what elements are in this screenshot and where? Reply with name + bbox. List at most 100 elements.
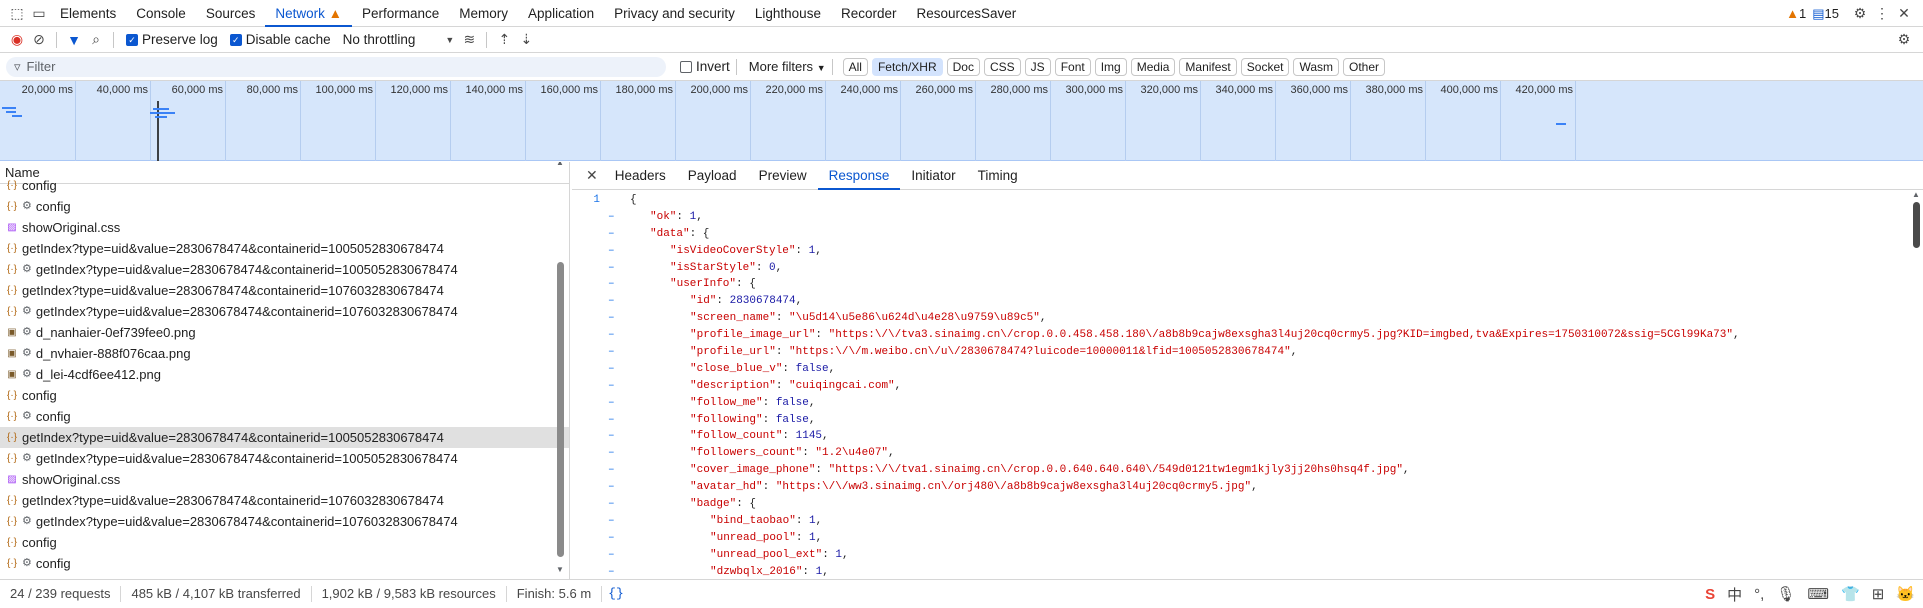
- request-row[interactable]: ▣ ⚙ d_nvhaier-888f076caa.png: [0, 343, 569, 364]
- filter-chip-manifest[interactable]: Manifest: [1179, 57, 1237, 76]
- filter-icon[interactable]: ▼: [63, 29, 85, 51]
- filter-chip-doc[interactable]: Doc: [946, 57, 980, 76]
- request-row[interactable]: {·} ⚙ config: [0, 553, 569, 574]
- microphone-icon[interactable]: 🎙: [1776, 585, 1795, 603]
- request-row[interactable]: ▣ ⚙ d_nanhaier-0ef739fee0.png: [0, 322, 569, 343]
- response-viewer[interactable]: 1{– "ok": 1, – "data": {– "isVideoCoverStyle…: [572, 192, 1912, 579]
- record-icon[interactable]: ◉: [6, 29, 28, 51]
- tab-application[interactable]: Application: [518, 0, 604, 27]
- fold-toggle-icon[interactable]: –: [608, 412, 618, 429]
- filter-chip-img[interactable]: Img: [1094, 57, 1127, 76]
- more-filters-button[interactable]: More filters ▼: [749, 59, 826, 74]
- export-har-icon[interactable]: ⇣: [515, 29, 537, 51]
- request-row[interactable]: ▨ showOriginal.css: [0, 217, 569, 238]
- throttling-select[interactable]: No throttling: [343, 32, 416, 47]
- fold-toggle-icon[interactable]: –: [608, 462, 618, 479]
- fold-toggle-icon[interactable]: –: [608, 344, 618, 361]
- request-row[interactable]: {·} config: [0, 385, 569, 406]
- fold-toggle-icon[interactable]: –: [608, 513, 618, 530]
- scroll-up-icon[interactable]: ▲: [556, 162, 564, 167]
- fold-toggle-icon[interactable]: –: [608, 445, 618, 462]
- fold-toggle-icon[interactable]: –: [608, 226, 618, 243]
- fold-toggle-icon[interactable]: –: [608, 361, 618, 378]
- detail-tab-payload[interactable]: Payload: [677, 162, 748, 190]
- request-row[interactable]: {·} ⚙ config: [0, 196, 569, 217]
- more-options-icon[interactable]: ⋮: [1871, 3, 1893, 25]
- filter-chip-other[interactable]: Other: [1343, 57, 1386, 76]
- scrollbar-thumb[interactable]: [557, 262, 564, 557]
- tab-resourcessaver[interactable]: ResourcesSaver: [906, 0, 1026, 27]
- fold-toggle-icon[interactable]: –: [608, 293, 618, 310]
- disable-cache-checkbox[interactable]: ✓ Disable cache: [229, 32, 331, 47]
- ime-chinese-mode-icon[interactable]: 中: [1727, 584, 1742, 605]
- filter-chip-wasm[interactable]: Wasm: [1293, 57, 1340, 76]
- request-row[interactable]: {·} ⚙ getIndex?type=uid&value=2830678474&c…: [0, 448, 569, 469]
- filter-chip-media[interactable]: Media: [1130, 57, 1176, 76]
- network-conditions-icon[interactable]: ≋: [458, 29, 480, 51]
- filter-input[interactable]: ▿ Filter: [6, 56, 666, 77]
- close-detail-icon[interactable]: ✕: [586, 167, 598, 184]
- preserve-log-checkbox[interactable]: ✓ Preserve log: [126, 32, 218, 47]
- request-row[interactable]: {·} getIndex?type=uid&value=2830678474&co…: [0, 238, 569, 259]
- filter-chip-js[interactable]: JS: [1024, 57, 1051, 76]
- request-row[interactable]: {·} ⚙ getIndex?type=uid&value=2830678474&c…: [0, 259, 569, 280]
- request-row[interactable]: {·} getIndex?type=uid&value=2830678474&co…: [0, 280, 569, 301]
- tab-console[interactable]: Console: [126, 0, 196, 27]
- fold-toggle-icon[interactable]: –: [608, 530, 618, 547]
- dropdown-caret-icon[interactable]: ▼: [445, 35, 454, 45]
- fold-toggle-icon[interactable]: –: [608, 564, 618, 579]
- response-scrollbar[interactable]: ▲: [1911, 190, 1921, 579]
- request-row[interactable]: {·} ⚙ config: [0, 406, 569, 427]
- detail-tab-headers[interactable]: Headers: [604, 162, 677, 190]
- scroll-up-icon[interactable]: ▲: [1912, 190, 1920, 199]
- fold-toggle-icon[interactable]: –: [608, 260, 618, 277]
- close-devtools-icon[interactable]: ✕: [1893, 3, 1915, 25]
- tab-network[interactable]: Network ▲: [265, 0, 352, 27]
- request-row[interactable]: ▨ showOriginal.css: [0, 469, 569, 490]
- inspect-element-icon[interactable]: ⬚: [6, 2, 28, 24]
- request-row[interactable]: {·} getIndex?type=uid&value=2830678474&co…: [0, 427, 569, 448]
- tab-sources[interactable]: Sources: [196, 0, 266, 27]
- fold-toggle-icon[interactable]: –: [608, 276, 618, 293]
- fold-toggle-icon[interactable]: –: [608, 310, 618, 327]
- fold-toggle-icon[interactable]: –: [608, 395, 618, 412]
- toolbox-grid-icon[interactable]: ⊞: [1872, 585, 1885, 603]
- tab-elements[interactable]: Elements: [50, 0, 126, 27]
- settings-gear-icon[interactable]: ⚙: [1849, 3, 1871, 25]
- message-count[interactable]: 15: [1825, 6, 1839, 21]
- fold-toggle-icon[interactable]: –: [608, 209, 618, 226]
- tab-privacy-and-security[interactable]: Privacy and security: [604, 0, 745, 27]
- message-icon[interactable]: ▤: [1812, 6, 1824, 22]
- request-row[interactable]: ▣ ⚙ d_lei-4cdf6ee412.png: [0, 364, 569, 385]
- scrollbar-thumb[interactable]: [1913, 202, 1920, 248]
- request-row[interactable]: {·} config: [0, 175, 569, 196]
- timeline-overview[interactable]: 20,000 ms 40,000 ms 60,000 ms 80,000 ms 100,…: [0, 81, 1923, 161]
- detail-tab-timing[interactable]: Timing: [967, 162, 1029, 190]
- scroll-down-icon[interactable]: ▼: [556, 565, 564, 574]
- detail-tab-preview[interactable]: Preview: [748, 162, 818, 190]
- device-toolbar-icon[interactable]: ▭: [28, 2, 50, 24]
- filter-chip-all[interactable]: All: [842, 57, 868, 76]
- punctuation-mode-icon[interactable]: °,: [1754, 586, 1764, 603]
- filter-chip-css[interactable]: CSS: [983, 57, 1021, 76]
- fold-toggle-icon[interactable]: –: [608, 496, 618, 513]
- request-list-scrollbar[interactable]: ▲ ▼: [554, 162, 566, 579]
- fold-toggle-icon[interactable]: [608, 192, 618, 209]
- filter-chip-font[interactable]: Font: [1054, 57, 1091, 76]
- invert-checkbox[interactable]: Invert: [680, 59, 730, 74]
- tab-recorder[interactable]: Recorder: [831, 0, 907, 27]
- fold-toggle-icon[interactable]: –: [608, 547, 618, 564]
- detail-tab-response[interactable]: Response: [817, 162, 901, 190]
- fold-toggle-icon[interactable]: –: [608, 378, 618, 395]
- fold-toggle-icon[interactable]: –: [608, 428, 618, 445]
- import-har-icon[interactable]: ⇡: [493, 29, 515, 51]
- filter-chip-socket[interactable]: Socket: [1240, 57, 1290, 76]
- tab-performance[interactable]: Performance: [352, 0, 449, 27]
- tab-lighthouse[interactable]: Lighthouse: [745, 0, 831, 27]
- keyboard-icon[interactable]: ⌨: [1807, 585, 1829, 603]
- clear-icon[interactable]: ⊘: [28, 29, 50, 51]
- detail-tab-initiator[interactable]: Initiator: [900, 162, 966, 190]
- filter-chip-fetch-xhr[interactable]: Fetch/XHR: [871, 57, 943, 76]
- timeline-cursor[interactable]: [157, 101, 159, 161]
- fold-toggle-icon[interactable]: –: [608, 243, 618, 260]
